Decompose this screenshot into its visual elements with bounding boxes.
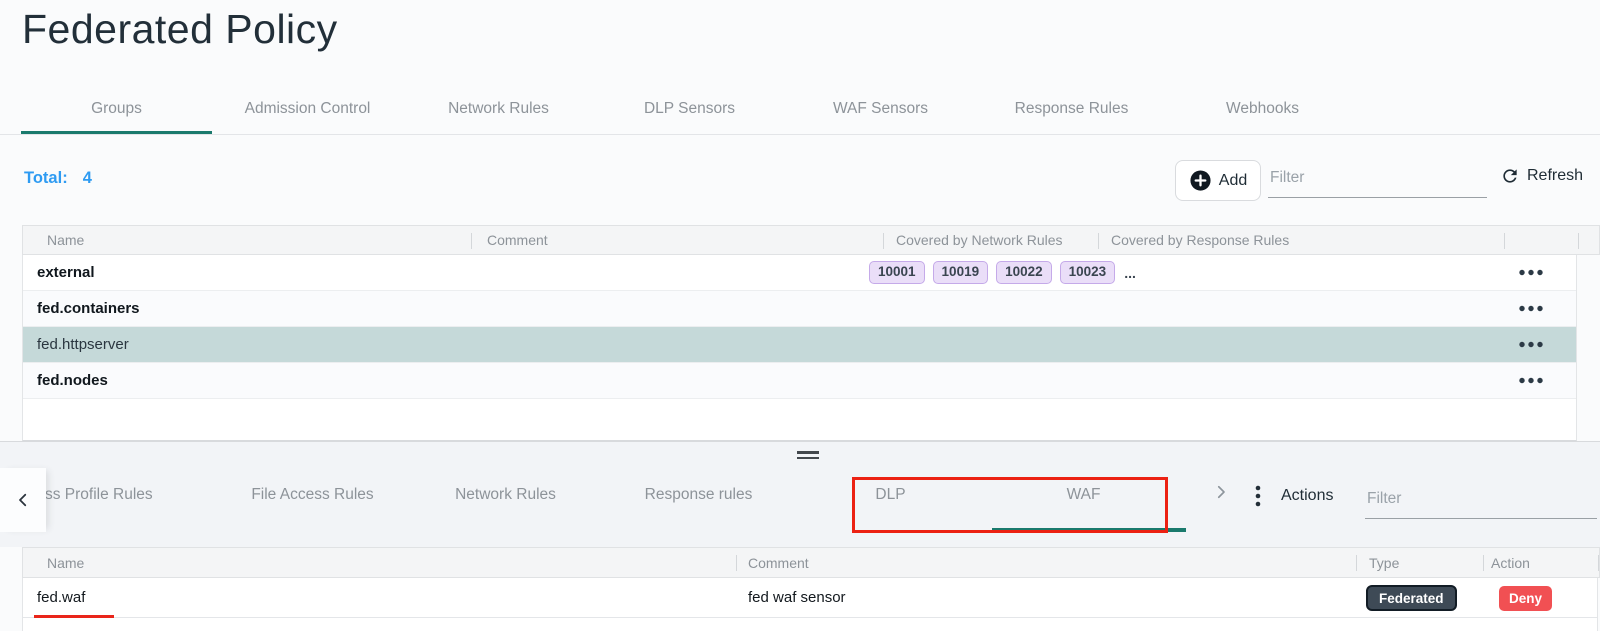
tab-label: Response rules (645, 486, 753, 503)
tabbar-divider (0, 134, 1600, 135)
rule-id-badge: 10001 (869, 261, 925, 284)
detail-filter (1365, 486, 1597, 519)
tab-network-rules-detail[interactable]: Network Rules (409, 482, 602, 508)
tabs-scroll-left-button[interactable] (0, 468, 46, 532)
total-count: Total: 4 (24, 169, 92, 188)
tab-admission-control[interactable]: Admission Control (212, 84, 403, 135)
tab-groups[interactable]: Groups (21, 84, 212, 135)
col-header-comment: Comment (748, 548, 809, 577)
page-title: Federated Policy (22, 6, 338, 53)
group-name: fed.httpserver (37, 327, 129, 362)
refresh-button[interactable]: Refresh (1500, 166, 1583, 186)
table-row-fed-waf[interactable]: fed.waf fed waf sensor Federated Deny (23, 578, 1597, 618)
refresh-icon (1500, 166, 1520, 186)
tab-file-access-rules[interactable]: File Access Rules (216, 482, 409, 508)
row-menu-button[interactable] (1509, 327, 1553, 362)
chevron-right-icon (1212, 483, 1230, 501)
header-separator (1578, 233, 1579, 249)
tab-response-rules-detail[interactable]: Response rules (602, 482, 795, 508)
chevron-left-icon (14, 491, 32, 509)
tab-groups-label: Groups (91, 100, 142, 117)
active-detail-tab-underline (992, 528, 1186, 532)
more-badges-ellipsis: ... (1124, 265, 1136, 281)
tab-label: ss Profile Rules (45, 486, 153, 503)
tab-admission-control-label: Admission Control (245, 100, 371, 117)
col-header-name: Name (47, 548, 84, 577)
tab-network-rules-label: Network Rules (448, 100, 549, 117)
col-header-name: Name (47, 226, 84, 254)
col-header-action: Action (1491, 548, 1530, 577)
drag-handle-bar (797, 457, 819, 460)
action-badge: Deny (1499, 586, 1552, 611)
tab-dlp[interactable]: DLP (794, 482, 987, 508)
col-header-comment: Comment (487, 226, 548, 254)
header-separator (471, 233, 472, 249)
table-row-external[interactable]: external 10001 10019 10022 10023 ... (23, 255, 1576, 291)
rule-id-badge: 10022 (996, 261, 1052, 284)
header-separator (883, 233, 884, 249)
groups-filter (1268, 165, 1487, 198)
groups-table-body: external 10001 10019 10022 10023 ... fed… (22, 255, 1577, 441)
tab-webhooks-label: Webhooks (1226, 100, 1299, 117)
table-row-fed-containers[interactable]: fed.containers (23, 291, 1576, 327)
federated-policy-screen: Federated Policy Groups Admission Contro… (0, 0, 1600, 631)
tab-label: DLP (875, 486, 905, 503)
rule-id-badge: 10019 (933, 261, 989, 284)
sensor-comment: fed waf sensor (748, 578, 846, 617)
tab-dlp-sensors-label: DLP Sensors (644, 100, 735, 117)
tab-dlp-sensors[interactable]: DLP Sensors (594, 84, 785, 135)
table-row-fed-httpserver[interactable]: fed.httpserver (23, 327, 1576, 363)
table-row-fed-nodes[interactable]: fed.nodes (23, 363, 1576, 399)
groups-filter-input[interactable] (1268, 165, 1487, 198)
add-button-label: Add (1219, 172, 1247, 190)
actions-menu-button[interactable] (1254, 484, 1262, 513)
groups-table-header: Name Comment Covered by Network Rules Co… (22, 225, 1600, 255)
tab-webhooks[interactable]: Webhooks (1167, 84, 1358, 135)
rule-id-badge: 10023 (1060, 261, 1116, 284)
tab-process-profile-rules[interactable]: ss Profile Rules (45, 482, 153, 508)
col-header-network-rules: Covered by Network Rules (896, 226, 1063, 254)
tab-waf-sensors[interactable]: WAF Sensors (785, 84, 976, 135)
tab-label: File Access Rules (251, 486, 373, 503)
waf-table-body: fed.waf fed waf sensor Federated Deny (22, 578, 1598, 631)
add-button[interactable]: Add (1175, 160, 1261, 201)
row-menu-button[interactable] (1509, 291, 1553, 326)
splitter-drag-handle[interactable] (797, 451, 819, 462)
tab-label: WAF (1067, 486, 1101, 503)
tab-waf[interactable]: WAF (987, 482, 1180, 508)
tab-waf-sensors-label: WAF Sensors (833, 100, 928, 117)
header-separator (1598, 555, 1599, 571)
detail-filter-input[interactable] (1365, 486, 1597, 519)
col-header-type: Type (1369, 548, 1399, 577)
header-separator (736, 555, 737, 571)
main-tab-bar: Groups Admission Control Network Rules D… (21, 84, 1358, 135)
header-separator (1098, 233, 1099, 249)
header-separator (1504, 233, 1505, 249)
tab-response-rules[interactable]: Response Rules (976, 84, 1167, 135)
tab-label: Network Rules (455, 486, 556, 503)
detail-panel-header: ss Profile Rules File Access Rules Netwo… (0, 441, 1600, 547)
group-name: fed.containers (37, 291, 140, 326)
tab-network-rules[interactable]: Network Rules (403, 84, 594, 135)
drag-handle-bar (797, 451, 819, 454)
header-separator (1483, 555, 1484, 571)
group-name: fed.nodes (37, 363, 108, 398)
row-menu-button[interactable] (1509, 255, 1553, 290)
total-value: 4 (83, 169, 92, 187)
total-label: Total: (24, 169, 68, 187)
refresh-button-label: Refresh (1527, 167, 1583, 185)
plus-circle-icon (1189, 169, 1212, 192)
sensor-name: fed.waf (37, 578, 85, 617)
type-badge: Federated (1366, 585, 1457, 611)
tab-response-rules-label: Response Rules (1015, 100, 1129, 117)
col-header-response-rules: Covered by Response Rules (1111, 226, 1289, 254)
header-separator (1356, 555, 1357, 571)
tabs-scroll-right-button[interactable] (1212, 483, 1230, 501)
group-name: external (37, 255, 95, 290)
network-rule-badges: 10001 10019 10022 10023 ... (869, 255, 1136, 290)
row-menu-button[interactable] (1509, 363, 1553, 398)
waf-table-header: Name Comment Type Action (22, 547, 1600, 578)
actions-label[interactable]: Actions (1281, 487, 1333, 505)
